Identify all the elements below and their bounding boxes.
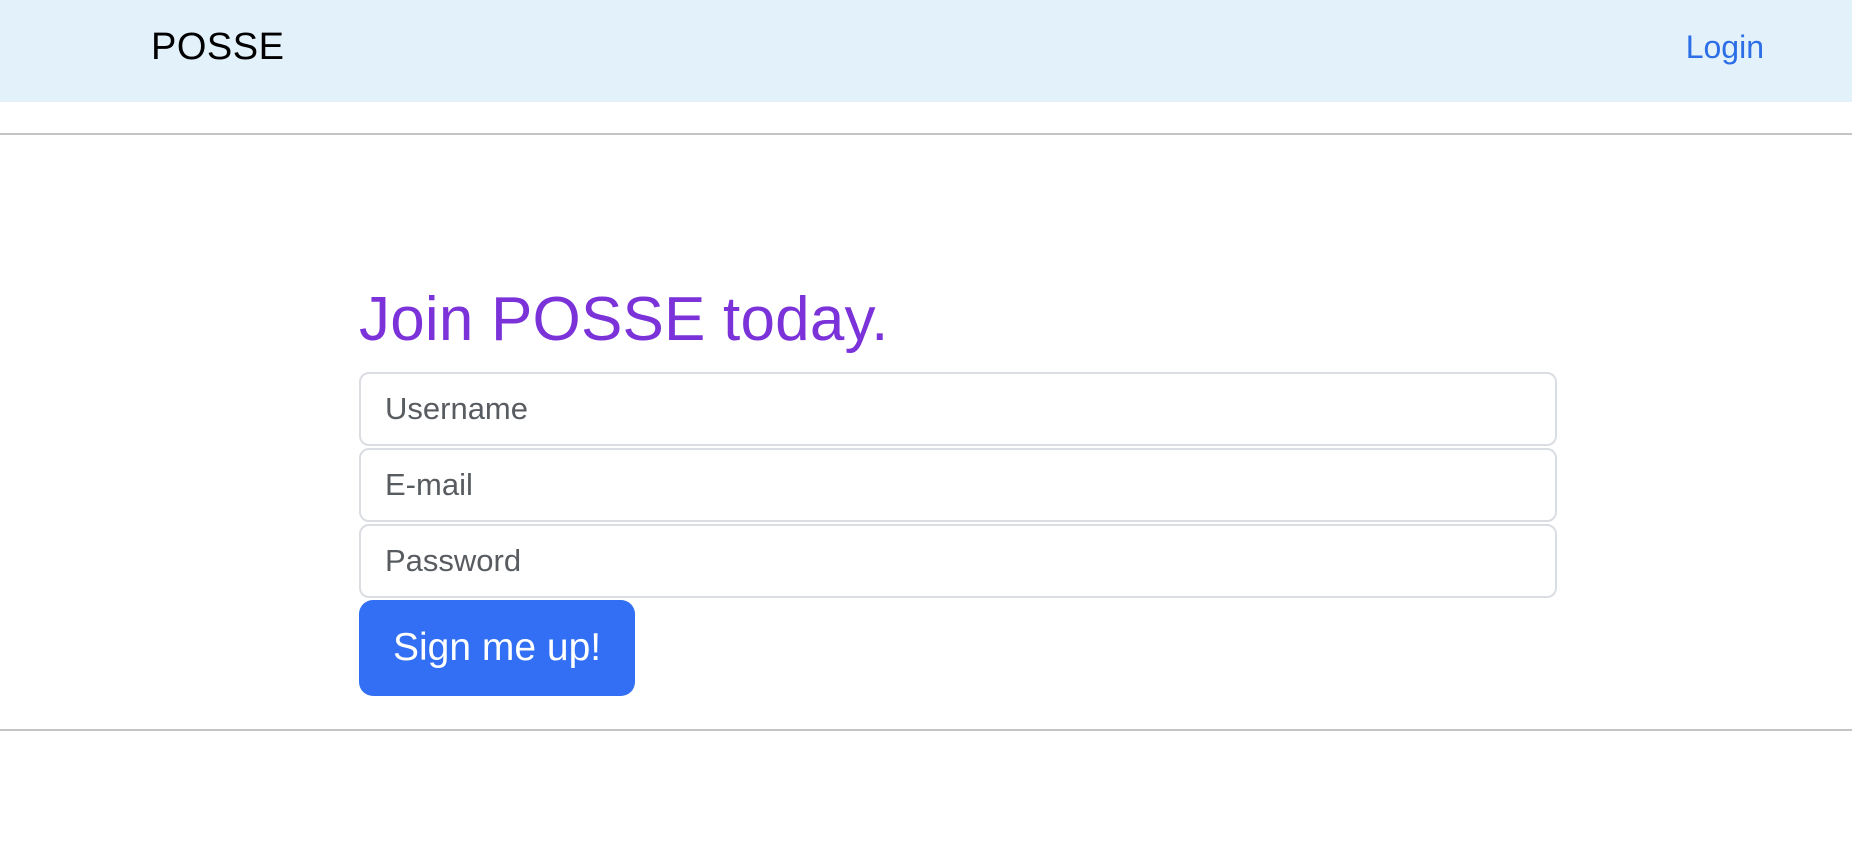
top-navbar: POSSE Login bbox=[0, 0, 1852, 102]
login-link[interactable]: Login bbox=[1686, 26, 1764, 68]
sign-up-button[interactable]: Sign me up! bbox=[359, 600, 636, 696]
brand-link[interactable]: POSSE bbox=[151, 24, 284, 70]
username-field[interactable] bbox=[359, 372, 1557, 446]
password-field[interactable] bbox=[359, 524, 1557, 598]
email-field[interactable] bbox=[359, 448, 1557, 522]
bottom-divider bbox=[0, 729, 1852, 731]
signup-form: Join POSSE today. Sign me up! bbox=[359, 282, 1557, 696]
top-divider bbox=[0, 133, 1852, 135]
page-title: Join POSSE today. bbox=[359, 285, 889, 354]
